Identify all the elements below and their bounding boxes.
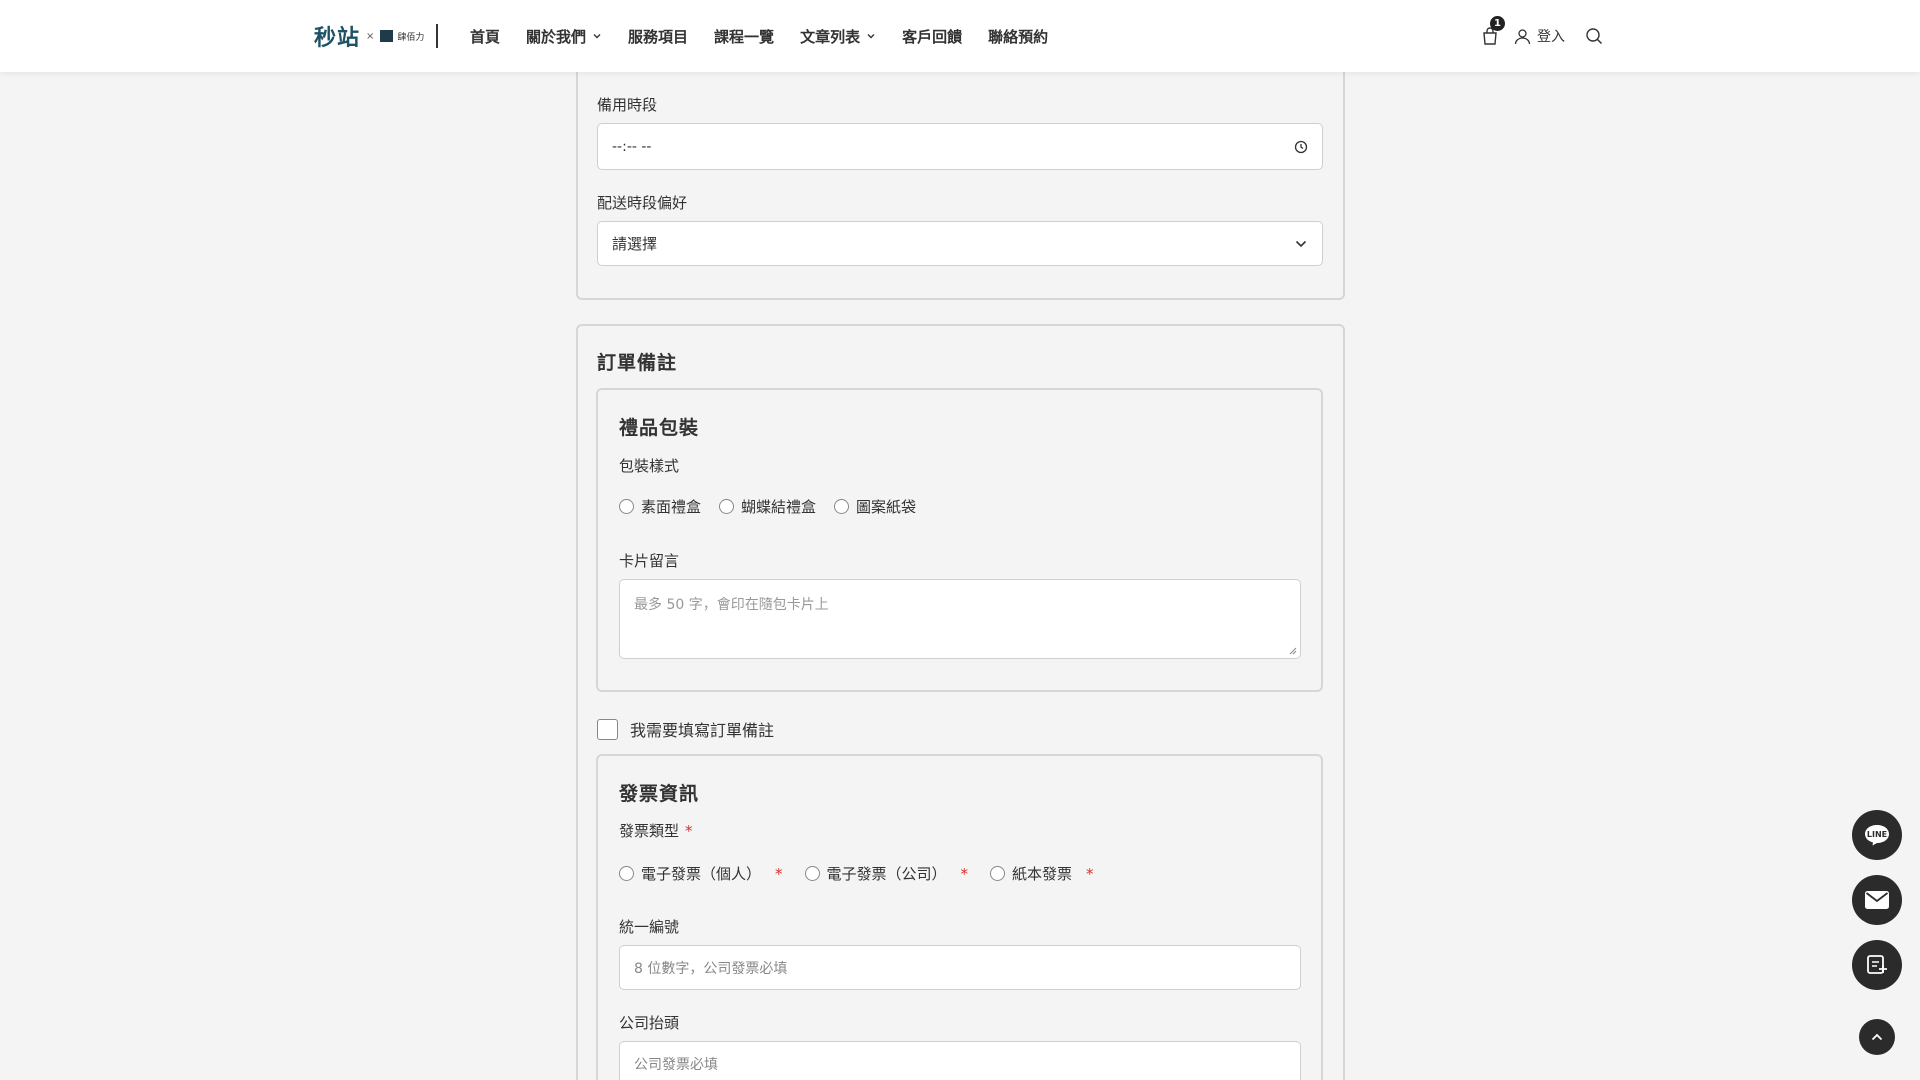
- login-label: 登入: [1537, 29, 1565, 45]
- partner-logo-mark-icon: [380, 30, 394, 42]
- nav-item-services[interactable]: 服務項目: [628, 26, 688, 47]
- main-nav: 首頁 關於我們 服務項目 課程一覽 文章列表 客戶回饋 聯絡預約: [470, 0, 1074, 72]
- radio-button[interactable]: [804, 866, 820, 881]
- delivery-preference-label: 配送時段偏好: [597, 194, 688, 212]
- wrap-style-option[interactable]: 圖案紙袋: [834, 496, 916, 517]
- mail-icon: [1865, 891, 1889, 909]
- line-chat-button[interactable]: LINE: [1852, 810, 1902, 860]
- invoice-type-option[interactable]: 電子發票（公司） *: [804, 863, 969, 884]
- nav-item-label: 聯絡預約: [988, 27, 1049, 46]
- login-link[interactable]: 登入: [1514, 26, 1565, 46]
- card-message-textarea[interactable]: 最多 50 字，會印在隨包卡片上: [619, 579, 1301, 659]
- invoice-type-options: 電子發票（個人） * 電子發票（公司） * 紙本發票 *: [619, 863, 1094, 884]
- wrap-style-option[interactable]: 素面禮盒: [619, 496, 701, 517]
- nav-item-testimonials[interactable]: 客戶回饋: [902, 26, 962, 47]
- nav-item-label: 客戶回饋: [902, 27, 963, 46]
- delivery-preference-select[interactable]: 請選擇: [597, 221, 1323, 266]
- wrap-style-option[interactable]: 蝴蝶結禮盒: [719, 496, 816, 517]
- delivery-preference-value: 請選擇: [612, 235, 658, 253]
- radio-button[interactable]: [619, 499, 634, 514]
- booking-button[interactable]: [1852, 940, 1902, 990]
- nav-item-label: 首頁: [470, 27, 501, 46]
- booking-icon: [1867, 955, 1887, 974]
- invoice-type-label: 發票類型 *: [619, 820, 693, 841]
- nav-item-contact[interactable]: 聯絡預約: [988, 26, 1048, 47]
- backup-time-value: --:-- --: [612, 138, 652, 155]
- chevron-up-icon: [1871, 1033, 1883, 1041]
- invoice-type-option[interactable]: 紙本發票 *: [990, 863, 1094, 884]
- backup-time-input[interactable]: --:-- --: [597, 123, 1323, 170]
- back-to-top-button[interactable]: [1859, 1019, 1895, 1055]
- required-mark: *: [1086, 864, 1094, 883]
- logo-partner-text: 肆佰力: [397, 32, 425, 43]
- radio-button[interactable]: [990, 866, 1006, 881]
- wrap-style-options: 素面禮盒 蝴蝶結禮盒 圖案紙袋: [619, 496, 916, 517]
- nav-item-courses[interactable]: 課程一覽: [714, 26, 774, 47]
- invoice-type-label-text: 發票類型: [619, 822, 680, 840]
- need-order-notes-toggle[interactable]: 我需要填寫訂單備註: [597, 717, 774, 741]
- resize-handle-icon[interactable]: [1289, 647, 1297, 655]
- radio-label: 圖案紙袋: [856, 498, 917, 516]
- tax-id-input[interactable]: 8 位數字，公司發票必填: [619, 945, 1301, 990]
- nav-item-about[interactable]: 關於我們: [526, 26, 602, 47]
- cart-count-badge: 1: [1490, 16, 1505, 31]
- radio-button[interactable]: [719, 499, 735, 514]
- card-message-placeholder: 最多 50 字，會印在隨包卡片上: [634, 597, 829, 613]
- chevron-down-icon: [1295, 240, 1307, 247]
- line-label: LINE: [1866, 830, 1888, 839]
- logo-separator: ×: [366, 30, 375, 42]
- required-mark: *: [685, 822, 693, 840]
- radio-label: 素面禮盒: [641, 498, 702, 516]
- gift-wrap-title: 禮品包裝: [619, 417, 700, 439]
- chevron-down-icon: [867, 34, 875, 39]
- mail-button[interactable]: [1852, 875, 1902, 925]
- tax-id-label: 統一編號: [619, 918, 680, 936]
- user-icon: [1514, 28, 1531, 44]
- nav-item-label: 文章列表: [800, 27, 861, 46]
- nav-item-label: 課程一覽: [714, 27, 775, 46]
- logo-main-text: 秒站: [314, 26, 361, 51]
- logo-divider: [436, 24, 438, 48]
- nav-item-label: 關於我們: [526, 27, 587, 46]
- nav-item-label: 服務項目: [628, 27, 689, 46]
- clock-icon[interactable]: [1294, 140, 1308, 154]
- invoice-section: [596, 754, 1323, 1080]
- radio-button[interactable]: [834, 499, 850, 514]
- company-title-placeholder: 公司發票必填: [634, 1056, 718, 1073]
- wrap-style-label: 包裝樣式: [619, 457, 680, 475]
- order-notes-title: 訂單備註: [597, 352, 678, 374]
- search-icon[interactable]: [1585, 27, 1603, 45]
- backup-time-label: 備用時段: [597, 96, 658, 114]
- radio-label: 蝴蝶結禮盒: [741, 498, 817, 516]
- card-message-label: 卡片留言: [619, 552, 680, 570]
- invoice-title: 發票資訊: [619, 783, 700, 805]
- company-title-input[interactable]: 公司發票必填: [619, 1041, 1301, 1080]
- need-order-notes-checkbox[interactable]: [597, 718, 618, 740]
- invoice-type-option[interactable]: 電子發票（個人） *: [619, 863, 783, 884]
- nav-item-home[interactable]: 首頁: [470, 26, 500, 47]
- required-mark: *: [775, 864, 783, 883]
- nav-item-articles[interactable]: 文章列表: [800, 26, 876, 47]
- cart-button[interactable]: 1: [1480, 16, 1505, 46]
- radio-label: 電子發票（個人）: [641, 865, 762, 883]
- radio-label: 電子發票（公司）: [826, 865, 947, 883]
- radio-button[interactable]: [619, 866, 634, 881]
- tax-id-placeholder: 8 位數字，公司發票必填: [634, 960, 788, 977]
- chevron-down-icon: [593, 34, 601, 39]
- header-actions: 1 登入: [1480, 0, 1603, 72]
- site-header: 秒站 × 肆佰力 首頁 關於我們 服務項目 課程一覽 文章列表 客戶回饋 聯絡預…: [0, 0, 1920, 72]
- required-mark: *: [960, 864, 969, 883]
- radio-label: 紙本發票: [1012, 865, 1073, 883]
- need-order-notes-label: 我需要填寫訂單備註: [630, 721, 775, 740]
- site-logo[interactable]: 秒站 × 肆佰力: [314, 20, 424, 52]
- company-title-label: 公司抬頭: [619, 1014, 680, 1032]
